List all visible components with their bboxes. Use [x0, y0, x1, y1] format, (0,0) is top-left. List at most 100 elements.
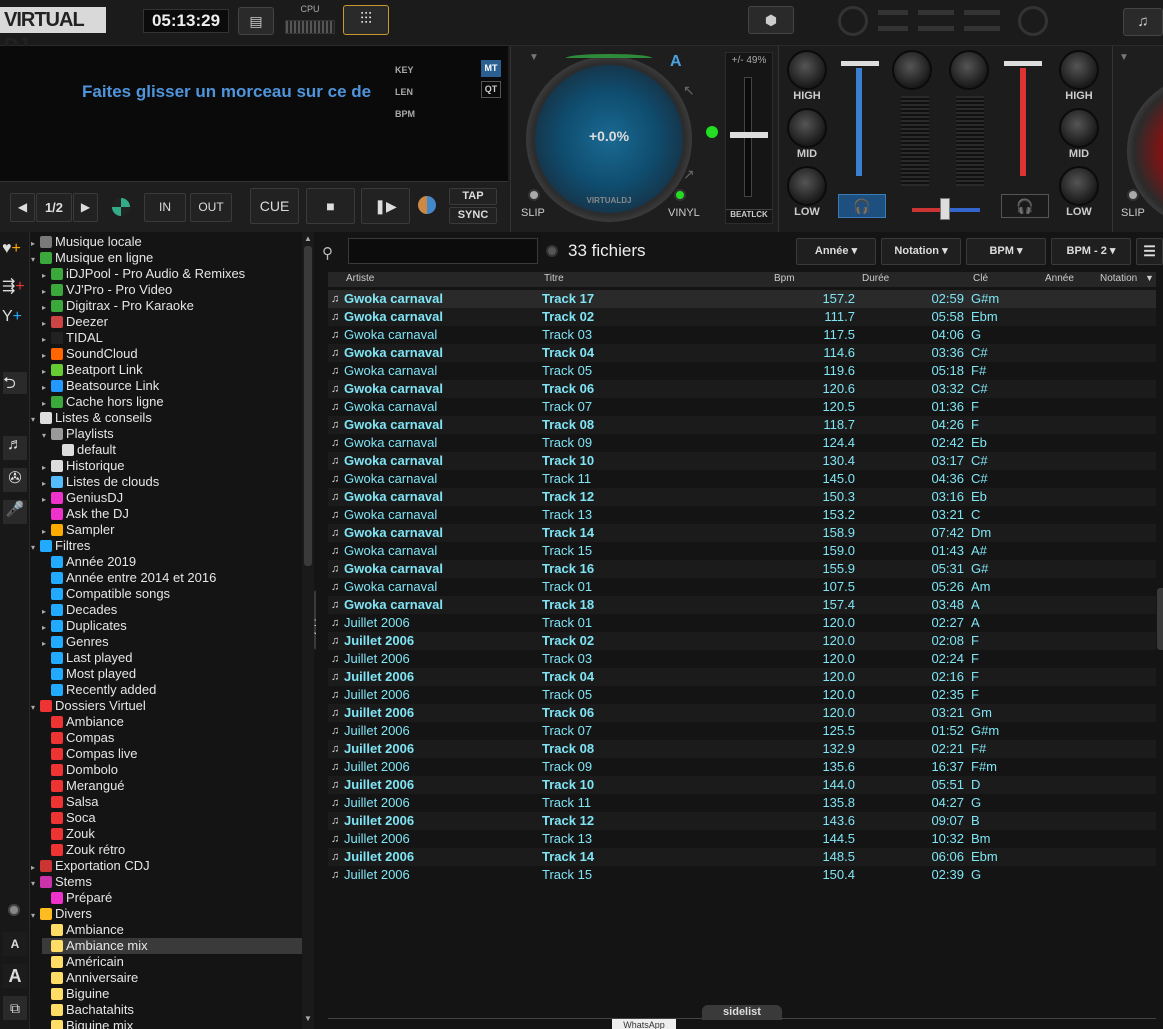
table-row[interactable]: ♫ Gwoka carnaval Track 17 157.2 02:59 G#m — [328, 290, 1156, 308]
tree-item[interactable]: Ambiance mix — [42, 938, 303, 954]
table-row[interactable]: ♫ Juillet 2006 Track 06 120.0 03:21 Gm — [328, 704, 1156, 722]
qt-button[interactable]: QT — [481, 81, 501, 98]
headphone-left-icon[interactable]: 🎧 — [838, 194, 886, 218]
table-row[interactable]: ♫ Gwoka carnaval Track 09 124.4 02:42 Eb — [328, 434, 1156, 452]
cube-icon[interactable]: ⬢ — [748, 6, 794, 34]
tree-item[interactable]: Biguine — [42, 986, 109, 1002]
slip-led-icon[interactable] — [528, 189, 540, 201]
tree-item[interactable]: ▸ SoundCloud — [42, 346, 138, 362]
tree-item[interactable]: ▸ Exportation CDJ — [31, 858, 150, 874]
deck-menu-icon[interactable]: ▼ — [529, 52, 539, 63]
headphone-right-icon[interactable]: 🎧 — [1001, 194, 1049, 218]
tree-item[interactable]: ▸ Beatsource Link — [42, 378, 159, 394]
mid-knob-right[interactable] — [1059, 108, 1099, 148]
expand-arrow-icon[interactable]: ▾ — [31, 908, 40, 924]
tree-item[interactable]: Last played — [42, 650, 133, 666]
table-row[interactable]: ♫ Juillet 2006 Track 10 144.0 05:51 D — [328, 776, 1156, 794]
table-row[interactable]: ♫ Juillet 2006 Track 12 143.6 09:07 B — [328, 812, 1156, 830]
tree-item[interactable]: ▾ Dossiers Virtuel — [31, 698, 146, 714]
mid-knob-left[interactable] — [787, 108, 827, 148]
tree-item[interactable]: ▸ Sampler — [42, 522, 114, 538]
stop-icon[interactable]: ■ — [306, 188, 355, 224]
table-row[interactable]: ♫ Juillet 2006 Track 15 150.4 02:39 G — [328, 866, 1156, 884]
table-row[interactable]: ♫ Gwoka carnaval Track 13 153.2 03:21 C — [328, 506, 1156, 524]
pitch-bend-up-icon[interactable]: ↗ — [683, 166, 695, 183]
sidelist-tab[interactable]: sidelist — [702, 1005, 782, 1020]
crossfader[interactable] — [940, 198, 950, 220]
play-pause-icon[interactable]: ❚▶ — [361, 188, 410, 224]
table-row[interactable]: ♫ Gwoka carnaval Track 18 157.4 03:48 A — [328, 596, 1156, 614]
table-row[interactable]: ♫ Gwoka carnaval Track 08 118.7 04:26 F — [328, 416, 1156, 434]
sync-button[interactable]: SYNC — [449, 207, 497, 224]
pitch-slider[interactable]: +/- 49% BEATLCK — [725, 52, 773, 224]
tree-item[interactable]: ▸ Historique — [42, 458, 125, 474]
expand-arrow-icon[interactable]: ▾ — [31, 412, 40, 428]
expand-arrow-icon[interactable]: ▾ — [31, 876, 40, 892]
low-knob-left[interactable] — [787, 166, 827, 206]
next-page-icon[interactable]: ▶ — [73, 193, 98, 222]
tree-item[interactable]: Zouk rétro — [42, 842, 125, 858]
table-row[interactable]: ♫ Gwoka carnaval Track 10 130.4 03:17 C# — [328, 452, 1156, 470]
tree-item[interactable]: Dombolo — [42, 762, 118, 778]
table-row[interactable]: ♫ Gwoka carnaval Track 07 120.5 01:36 F — [328, 398, 1156, 416]
table-row[interactable]: ♫ Juillet 2006 Track 04 120.0 02:16 F — [328, 668, 1156, 686]
tree-item[interactable]: ▸ Musique locale — [31, 234, 142, 250]
tree-item[interactable]: ▾ Filtres — [31, 538, 90, 554]
back-icon[interactable]: ⮌ — [3, 372, 27, 394]
gain-knob-left[interactable] — [892, 50, 932, 90]
tree-item[interactable]: Biguine mix — [42, 1018, 133, 1029]
tree-item[interactable]: Compas live — [42, 746, 138, 762]
layout-selector[interactable] — [838, 6, 1050, 36]
music-note-icon[interactable]: ♬ — [3, 436, 27, 460]
deck-a-display[interactable]: Faites glisser un morceau sur ce de KEY … — [0, 46, 508, 182]
table-row[interactable]: ♫ Juillet 2006 Track 13 144.5 10:32 Bm — [328, 830, 1156, 848]
table-row[interactable]: ♫ Gwoka carnaval Track 03 117.5 04:06 G — [328, 326, 1156, 344]
tree-item[interactable]: Bachatahits — [42, 1002, 134, 1018]
record-icon[interactable]: ▤ — [238, 7, 274, 35]
tree-item[interactable]: Préparé — [42, 890, 112, 906]
deck-b-jog-wheel[interactable] — [1127, 76, 1163, 226]
tree-item[interactable]: ▾ Listes & conseils — [31, 410, 152, 426]
tree-item[interactable]: Salsa — [42, 794, 99, 810]
loop-page[interactable]: 1/2 — [36, 193, 72, 222]
tree-item[interactable]: ▸ Decades — [42, 602, 117, 618]
tree-item[interactable]: Anniversaire — [42, 970, 138, 986]
tree-item[interactable]: ▸ iDJPool - Pro Audio & Remixes — [42, 266, 245, 282]
table-row[interactable]: ♫ Juillet 2006 Track 08 132.9 02:21 F# — [328, 740, 1156, 758]
beatlock-button[interactable]: BEATLCK — [726, 209, 772, 219]
expand-arrow-icon[interactable]: ▾ — [42, 428, 51, 444]
vinyl-led-icon[interactable] — [674, 189, 686, 201]
expand-arrow-icon[interactable]: ▾ — [31, 540, 40, 556]
add-virtual-folder-icon[interactable]: ⇶+ — [2, 276, 25, 296]
tree-item[interactable]: ▾ Musique en ligne — [31, 250, 153, 266]
table-row[interactable]: ♫ Gwoka carnaval Track 02 111.7 05:58 Ebm — [328, 308, 1156, 326]
table-row[interactable]: ♫ Juillet 2006 Track 05 120.0 02:35 F — [328, 686, 1156, 704]
tree-item[interactable]: Soca — [42, 810, 96, 826]
table-row[interactable]: ♫ Juillet 2006 Track 03 120.0 02:24 F — [328, 650, 1156, 668]
tree-item[interactable]: ▸ Deezer — [42, 314, 108, 330]
tree-item[interactable]: ▸ VJ'Pro - Pro Video — [42, 282, 172, 298]
loop-roll-icon[interactable] — [112, 198, 130, 216]
tree-item[interactable]: Année entre 2014 et 2016 — [42, 570, 216, 586]
tree-item[interactable]: ▸ Digitrax - Pro Karaoke — [42, 298, 194, 314]
table-row[interactable]: ♫ Juillet 2006 Track 09 135.6 16:37 F#m — [328, 758, 1156, 776]
add-favorite-icon[interactable]: ♥+ — [2, 240, 21, 258]
tree-item[interactable]: Américain — [42, 954, 124, 970]
high-knob-left[interactable] — [787, 50, 827, 90]
tree-item[interactable]: default — [53, 442, 116, 458]
microphone-icon[interactable]: 🎤 — [3, 500, 27, 524]
table-row[interactable]: ♫ Gwoka carnaval Track 14 158.9 07:42 Dm — [328, 524, 1156, 542]
tree-item[interactable]: ▸ GeniusDJ — [42, 490, 123, 506]
music-settings-icon[interactable]: ♫ — [1123, 8, 1163, 36]
tree-item[interactable]: Merangué — [42, 778, 125, 794]
tree-item[interactable]: Ask the DJ — [42, 506, 129, 522]
deck-b-menu-icon[interactable]: ▼ — [1119, 52, 1129, 63]
tree-item[interactable]: Année 2019 — [42, 554, 136, 570]
tree-item[interactable]: Most played — [42, 666, 136, 682]
mt-button[interactable]: MT — [481, 60, 501, 77]
volume-fader-right[interactable] — [1004, 61, 1042, 66]
table-row[interactable]: ♫ Gwoka carnaval Track 16 155.9 05:31 G# — [328, 560, 1156, 578]
tree-item[interactable]: ▸ Listes de clouds — [42, 474, 159, 490]
tree-item[interactable]: ▸ Cache hors ligne — [42, 394, 164, 410]
status-dot-icon[interactable] — [8, 904, 20, 916]
